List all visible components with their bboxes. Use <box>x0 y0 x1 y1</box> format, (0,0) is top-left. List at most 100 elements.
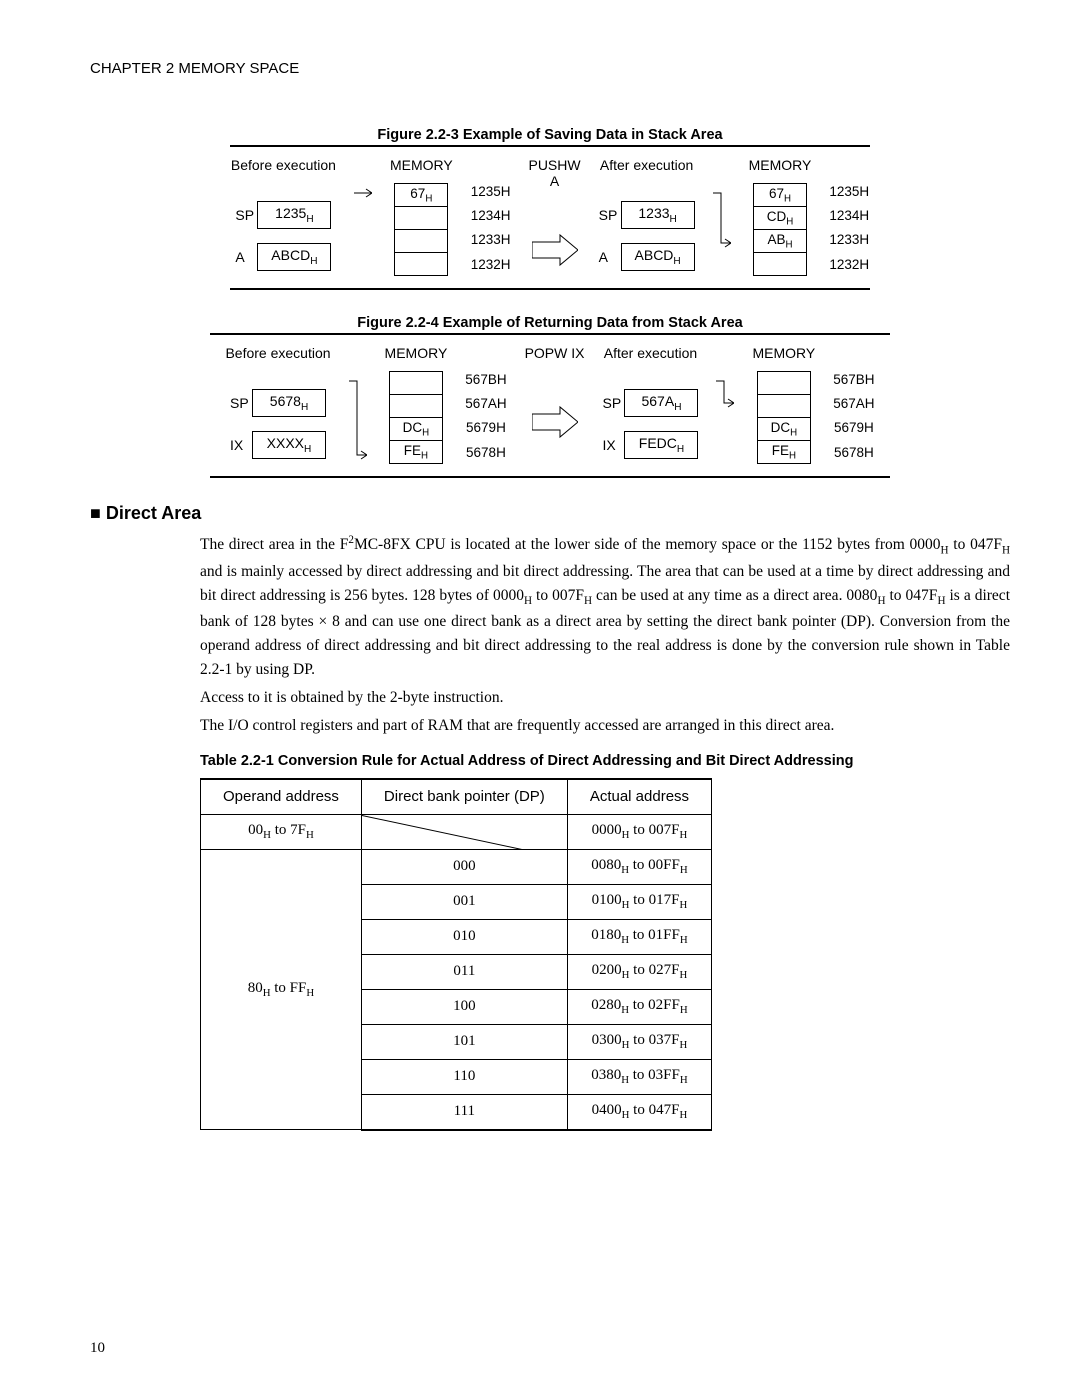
table-cell: 00H to 7FH <box>201 814 362 849</box>
connector-line <box>713 185 731 265</box>
reg-val: ABCD <box>635 247 674 263</box>
mem-addr: 5679 <box>466 416 496 440</box>
conversion-table: Operand address Direct bank pointer (DP)… <box>200 778 712 1131</box>
reg-name: A <box>235 249 257 265</box>
table-cell-diagonal <box>361 814 567 849</box>
reg-sp-after: SP 1233H <box>599 201 695 229</box>
before-exec-label: Before execution <box>225 345 330 363</box>
mem-cell <box>389 372 442 395</box>
reg-name: IX <box>602 437 624 453</box>
figure-2-2-3-caption: Figure 2.2-3 Example of Saving Data in S… <box>90 127 1010 143</box>
reg-sp-before: SP 5678H <box>230 389 326 417</box>
figure-2-2-3-body: Before execution SP 1235H A ABCDH MEMORY… <box>230 145 870 290</box>
table-2-2-1-caption: Table 2.2-1 Conversion Rule for Actual A… <box>200 752 1010 772</box>
reg-val: 1235 <box>275 205 306 221</box>
body-text: The direct area in the F2MC-8FX CPU is l… <box>200 532 1010 738</box>
reg-name: SP <box>235 207 257 223</box>
reg-name: SP <box>230 395 252 411</box>
mem-addr: 1233 <box>471 228 501 252</box>
table-cell: 0280H to 02FFH <box>567 989 711 1024</box>
mem-addr: 1234 <box>471 203 501 227</box>
mem-addr: 1232 <box>829 252 859 276</box>
mem-cell: FE <box>772 443 789 458</box>
after-exec-label: After execution <box>600 157 693 175</box>
suffix: H <box>674 402 681 413</box>
body: to 047F <box>886 587 938 604</box>
mem-addr: 567B <box>833 367 865 391</box>
reg-val: 567A <box>641 393 674 409</box>
reg-val: ABCD <box>271 247 310 263</box>
mem-addr: 567B <box>465 367 497 391</box>
reg-a-after: A ABCDH <box>599 243 695 271</box>
mem-cell: FE <box>404 443 421 458</box>
body: The direct area in the F <box>200 537 348 554</box>
before-exec-label: Before execution <box>231 157 336 175</box>
mem-cell <box>757 372 810 395</box>
table-cell: 111 <box>361 1094 567 1130</box>
connector-line <box>349 373 367 463</box>
connector-line <box>716 373 734 423</box>
body-p3: The I/O control registers and part of RA… <box>200 714 1010 738</box>
table-cell: 0080H to 00FFH <box>567 849 711 884</box>
mem-addr: 5678 <box>834 440 864 464</box>
table-cell: 011 <box>361 954 567 989</box>
mem-addr: 1233 <box>829 228 859 252</box>
body: MC-8FX CPU is located at the lower side … <box>354 537 941 554</box>
after-exec-label: After execution <box>604 345 697 363</box>
body: to 047F <box>949 537 1002 554</box>
suffix: H <box>673 256 680 267</box>
table-cell: 0380H to 03FFH <box>567 1059 711 1094</box>
table-header: Direct bank pointer (DP) <box>361 779 567 815</box>
chapter-heading: CHAPTER 2 MEMORY SPACE <box>90 60 1010 77</box>
table-cell: 0000H to 007FH <box>567 814 711 849</box>
section-heading-direct-area: ■ Direct Area <box>90 503 1010 524</box>
reg-ix-before: IX XXXXH <box>230 431 326 459</box>
figure-2-2-4-caption: Figure 2.2-4 Example of Returning Data f… <box>90 315 1010 331</box>
memory-label: MEMORY <box>752 345 815 363</box>
table-cell: 0180H to 01FFH <box>567 919 711 954</box>
mem-cell: AB <box>767 232 785 247</box>
mem-cell <box>395 230 448 253</box>
body: to 007F <box>532 587 584 604</box>
memory-table-after: DCH FEH <box>757 371 811 464</box>
memory-label: MEMORY <box>385 345 448 363</box>
table-cell: 001 <box>361 884 567 919</box>
reg-name: IX <box>230 437 252 453</box>
table-cell: 0400H to 047FH <box>567 1094 711 1130</box>
mem-cell <box>395 253 448 276</box>
table-cell: 000 <box>361 849 567 884</box>
table-cell: 101 <box>361 1024 567 1059</box>
reg-sp-before: SP 1235H <box>235 201 331 229</box>
mem-cell <box>753 253 806 276</box>
suffix: H <box>306 214 313 225</box>
big-arrow-icon <box>532 233 578 267</box>
big-arrow-icon <box>532 405 578 439</box>
reg-val: 1233 <box>638 205 669 221</box>
page-number: 10 <box>90 1340 105 1357</box>
reg-sp-after: SP 567AH <box>602 389 698 417</box>
suffix: H <box>677 444 684 455</box>
reg-val: XXXX <box>267 435 304 451</box>
mem-cell <box>395 207 448 230</box>
table-cell: 010 <box>361 919 567 954</box>
suffix: H <box>301 402 308 413</box>
table-header: Actual address <box>567 779 711 815</box>
mem-cell <box>757 395 810 418</box>
mem-addr: 1232 <box>471 252 501 276</box>
mem-cell: DC <box>771 420 791 435</box>
table-cell: 0200H to 027FH <box>567 954 711 989</box>
reg-val: 5678 <box>270 393 301 409</box>
mem-addr: 567A <box>465 391 497 415</box>
connector-line <box>354 185 372 245</box>
mem-cell: DC <box>403 420 423 435</box>
table-cell: 0300H to 037FH <box>567 1024 711 1059</box>
suffix: H <box>304 444 311 455</box>
reg-ix-after: IX FEDCH <box>602 431 698 459</box>
mem-cell: 67 <box>410 186 425 201</box>
suffix: H <box>310 256 317 267</box>
memory-label: MEMORY <box>390 157 453 175</box>
table-cell: 80H to FFH <box>201 849 362 1130</box>
memory-table-before: DCH FEH <box>389 371 443 464</box>
body: can be used at any time as a direct area… <box>592 587 877 604</box>
reg-name: SP <box>599 207 621 223</box>
